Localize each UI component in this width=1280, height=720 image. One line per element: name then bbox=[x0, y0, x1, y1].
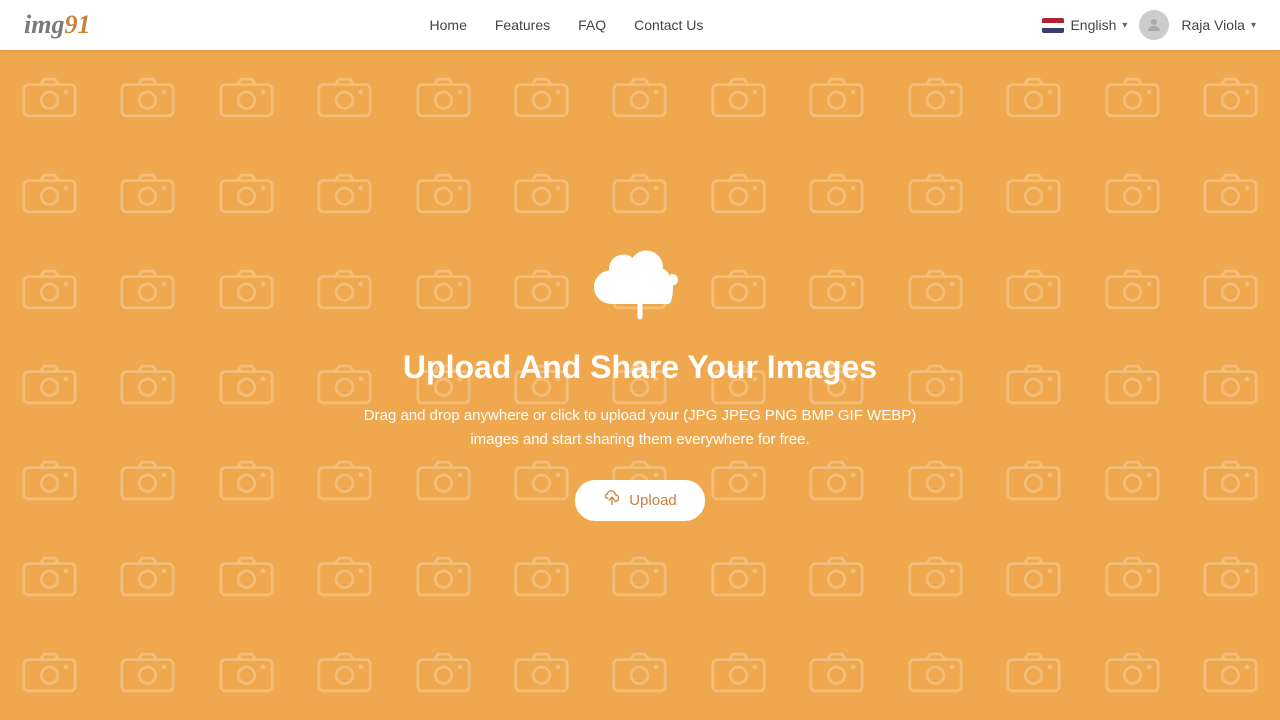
camera-cell bbox=[0, 337, 98, 433]
camera-cell bbox=[197, 146, 295, 242]
upload-button-label: Upload bbox=[629, 492, 677, 509]
camera-cell bbox=[98, 433, 196, 529]
camera-cell bbox=[0, 146, 98, 242]
camera-cell bbox=[886, 146, 984, 242]
camera-cell bbox=[689, 50, 787, 146]
camera-cell bbox=[689, 624, 787, 720]
camera-cell bbox=[591, 529, 689, 625]
camera-cell bbox=[985, 241, 1083, 337]
camera-cell bbox=[98, 50, 196, 146]
nav-faq[interactable]: FAQ bbox=[578, 17, 606, 33]
camera-cell bbox=[1182, 337, 1280, 433]
camera-cell bbox=[0, 433, 98, 529]
logo[interactable]: img91 bbox=[24, 10, 90, 40]
camera-cell bbox=[197, 529, 295, 625]
language-chevron: ▾ bbox=[1122, 20, 1127, 31]
camera-cell bbox=[1182, 241, 1280, 337]
camera-cell bbox=[1083, 50, 1181, 146]
camera-cell bbox=[591, 624, 689, 720]
camera-cell bbox=[197, 337, 295, 433]
camera-cell bbox=[98, 146, 196, 242]
camera-cell bbox=[788, 50, 886, 146]
camera-cell bbox=[1083, 624, 1181, 720]
language-selector[interactable]: English ▾ bbox=[1042, 17, 1127, 33]
camera-cell bbox=[1083, 433, 1181, 529]
camera-cell bbox=[1182, 50, 1280, 146]
hero-content: Upload And Share Your Images Drag and dr… bbox=[340, 249, 940, 521]
upload-icon bbox=[603, 490, 621, 511]
nav-contact[interactable]: Contact Us bbox=[634, 17, 703, 33]
camera-cell bbox=[0, 50, 98, 146]
camera-cell bbox=[886, 529, 984, 625]
camera-cell bbox=[788, 529, 886, 625]
navbar: img91 Home Features FAQ Contact Us Engli… bbox=[0, 0, 1280, 50]
camera-cell bbox=[689, 529, 787, 625]
camera-cell bbox=[788, 146, 886, 242]
hero-title: Upload And Share Your Images bbox=[403, 349, 877, 386]
camera-cell bbox=[985, 50, 1083, 146]
camera-cell bbox=[98, 529, 196, 625]
camera-cell bbox=[492, 146, 590, 242]
camera-cell bbox=[689, 146, 787, 242]
camera-cell bbox=[0, 624, 98, 720]
camera-cell bbox=[1083, 337, 1181, 433]
camera-cell bbox=[591, 146, 689, 242]
camera-cell bbox=[197, 433, 295, 529]
language-label: English bbox=[1070, 17, 1116, 33]
camera-cell bbox=[985, 433, 1083, 529]
camera-cell bbox=[788, 624, 886, 720]
user-name: Raja Viola bbox=[1181, 17, 1245, 33]
camera-cell bbox=[98, 241, 196, 337]
camera-cell bbox=[0, 241, 98, 337]
avatar bbox=[1139, 10, 1169, 40]
camera-cell bbox=[1083, 146, 1181, 242]
camera-cell bbox=[394, 146, 492, 242]
camera-cell bbox=[1083, 241, 1181, 337]
camera-cell bbox=[295, 50, 393, 146]
camera-cell bbox=[492, 50, 590, 146]
camera-cell bbox=[295, 529, 393, 625]
upload-button[interactable]: Upload bbox=[575, 480, 705, 521]
nav-home[interactable]: Home bbox=[430, 17, 467, 33]
camera-cell bbox=[985, 529, 1083, 625]
hero-section: Upload And Share Your Images Drag and dr… bbox=[0, 50, 1280, 720]
flag-icon bbox=[1042, 18, 1064, 33]
navbar-right: English ▾ Raja Viola ▾ bbox=[1042, 10, 1256, 40]
camera-cell bbox=[591, 50, 689, 146]
camera-cell bbox=[886, 50, 984, 146]
camera-cell bbox=[0, 529, 98, 625]
camera-cell bbox=[98, 624, 196, 720]
camera-cell bbox=[197, 624, 295, 720]
camera-cell bbox=[1182, 624, 1280, 720]
camera-cell bbox=[492, 529, 590, 625]
camera-cell bbox=[98, 337, 196, 433]
camera-cell bbox=[295, 624, 393, 720]
camera-cell bbox=[1182, 433, 1280, 529]
camera-cell bbox=[394, 50, 492, 146]
camera-cell bbox=[295, 146, 393, 242]
nav-features[interactable]: Features bbox=[495, 17, 550, 33]
nav-links: Home Features FAQ Contact Us bbox=[430, 17, 704, 33]
user-menu[interactable]: Raja Viola ▾ bbox=[1181, 17, 1256, 33]
user-chevron: ▾ bbox=[1251, 20, 1256, 31]
camera-cell bbox=[197, 50, 295, 146]
camera-cell bbox=[197, 241, 295, 337]
camera-cell bbox=[492, 624, 590, 720]
camera-cell bbox=[1182, 529, 1280, 625]
camera-cell bbox=[394, 624, 492, 720]
camera-cell bbox=[394, 529, 492, 625]
camera-cell bbox=[985, 624, 1083, 720]
camera-cell bbox=[1083, 529, 1181, 625]
camera-cell bbox=[985, 337, 1083, 433]
camera-cell bbox=[886, 624, 984, 720]
camera-cell bbox=[985, 146, 1083, 242]
hero-subtitle: Drag and drop anywhere or click to uploa… bbox=[340, 404, 940, 452]
cloud-upload-icon bbox=[590, 249, 690, 329]
camera-cell bbox=[1182, 146, 1280, 242]
